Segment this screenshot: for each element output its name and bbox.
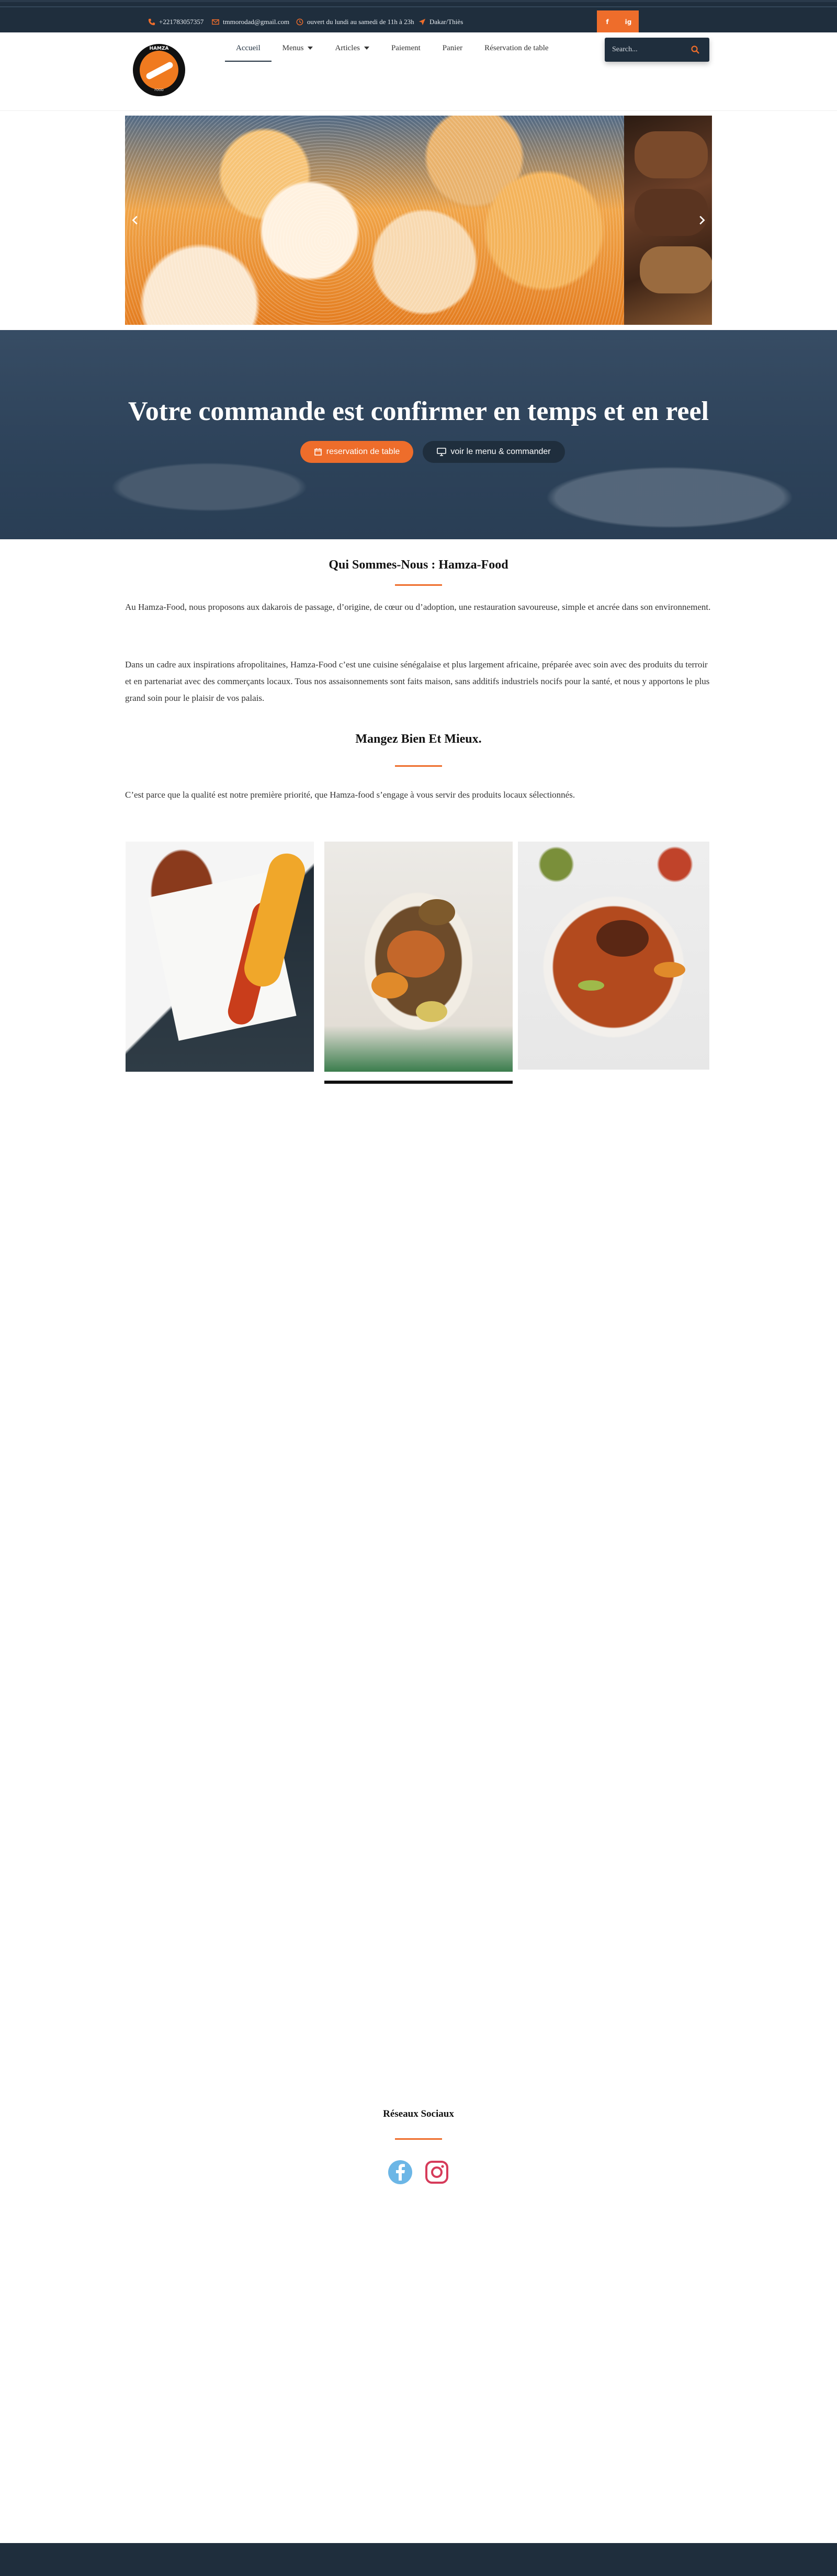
facebook-icon	[388, 2160, 412, 2184]
social-title: Réseaux Sociaux	[383, 2108, 454, 2119]
top-bar-divider	[0, 6, 837, 7]
location-info: Dakar/Thiès	[418, 18, 463, 26]
instagram-link[interactable]	[424, 2159, 450, 2185]
photo-stew[interactable]	[324, 842, 513, 1072]
header: HAMZA FOOD Accueil Menus Articles Paieme…	[0, 32, 837, 111]
nav-label: Accueil	[236, 43, 261, 52]
photo-thieboudienne[interactable]	[518, 842, 709, 1070]
nav-label: Paiement	[391, 43, 421, 52]
nav-item-menus[interactable]: Menus	[272, 32, 324, 64]
facebook-top-icon: f	[606, 18, 609, 26]
social-title-underline	[395, 2138, 442, 2140]
email-text: tmmorodad@gmail.com	[223, 18, 290, 26]
image-slider[interactable]	[125, 116, 712, 325]
hours-text: ouvert du lundi au samedi de 11h à 23h	[307, 18, 414, 26]
nav-item-accueil[interactable]: Accueil	[225, 32, 272, 64]
slider-prev-button[interactable]	[125, 208, 146, 233]
mail-icon	[212, 19, 219, 25]
eat-title: Mangez Bien Et Mieux.	[355, 732, 482, 746]
nav-label: Menus	[282, 43, 304, 52]
search-input[interactable]	[605, 38, 683, 62]
hours-info: ouvert du lundi au samedi de 11h à 23h	[296, 18, 414, 26]
about-title: Qui Sommes-Nous : Hamza-Food	[329, 558, 508, 572]
slide-image-coconut-balls	[125, 116, 624, 325]
slider-next-button[interactable]	[691, 208, 712, 233]
search-icon	[691, 46, 699, 54]
logo[interactable]: HAMZA FOOD	[133, 44, 185, 96]
location-text: Dakar/Thiès	[429, 18, 463, 26]
facebook-link[interactable]	[387, 2159, 413, 2185]
nav-item-panier[interactable]: Panier	[432, 32, 473, 64]
chevron-right-icon	[699, 215, 705, 225]
photo-grilled-chicken[interactable]	[126, 842, 314, 1072]
nav-label: Réservation de table	[484, 43, 549, 52]
phone-icon	[148, 18, 155, 26]
photo-next-row-edge	[324, 1081, 513, 1084]
chevron-down-icon	[364, 47, 369, 50]
phone-text: +221783057357	[159, 18, 204, 26]
menu-order-button[interactable]: voir le menu & commander	[423, 441, 565, 463]
clock-icon	[296, 18, 303, 26]
search-box	[605, 38, 709, 62]
chevron-down-icon	[308, 47, 313, 50]
about-paragraph-1: Au Hamza-Food, nous proposons aux dakaro…	[125, 602, 711, 612]
eat-paragraph: C’est parce que la qualité est notre pre…	[125, 790, 575, 800]
phone-info[interactable]: +221783057357	[148, 18, 203, 26]
hero-title: Votre commande est confirmer en temps et…	[128, 396, 709, 426]
instagram-icon	[425, 2161, 448, 2184]
logo-emblem	[140, 51, 178, 89]
about-title-underline	[395, 584, 442, 586]
reservation-button[interactable]: reservation de table	[300, 441, 413, 463]
footer	[0, 2543, 837, 2576]
menu-order-button-label: voir le menu & commander	[450, 447, 551, 456]
hero-banner: Votre commande est confirmer en temps et…	[0, 330, 837, 539]
calendar-icon	[314, 448, 322, 456]
chevron-left-icon	[132, 215, 138, 225]
facebook-top-button[interactable]: f	[597, 10, 618, 33]
instagram-top-icon: ig	[625, 18, 632, 26]
search-button[interactable]	[683, 38, 707, 62]
main-nav: Accueil Menus Articles Paiement Panier R…	[225, 32, 560, 64]
email-info[interactable]: tmmorodad@gmail.com	[212, 18, 289, 26]
about-paragraph-2: Dans un cadre aux inspirations afropolit…	[125, 660, 710, 703]
eat-title-underline	[395, 765, 442, 767]
nav-item-articles[interactable]: Articles	[324, 32, 380, 64]
nav-item-paiement[interactable]: Paiement	[380, 32, 432, 64]
nav-label: Panier	[442, 43, 463, 52]
top-bar: +221783057357 tmmorodad@gmail.com ouvert…	[0, 0, 837, 33]
logo-subtext: FOOD	[154, 88, 164, 92]
instagram-top-button[interactable]: ig	[618, 10, 639, 33]
nav-label: Articles	[335, 43, 360, 52]
reservation-button-label: reservation de table	[326, 447, 400, 456]
nav-item-reservation[interactable]: Réservation de table	[473, 32, 559, 64]
location-arrow-icon	[418, 18, 426, 26]
logo-text: HAMZA	[149, 46, 169, 51]
monitor-icon	[437, 448, 447, 456]
